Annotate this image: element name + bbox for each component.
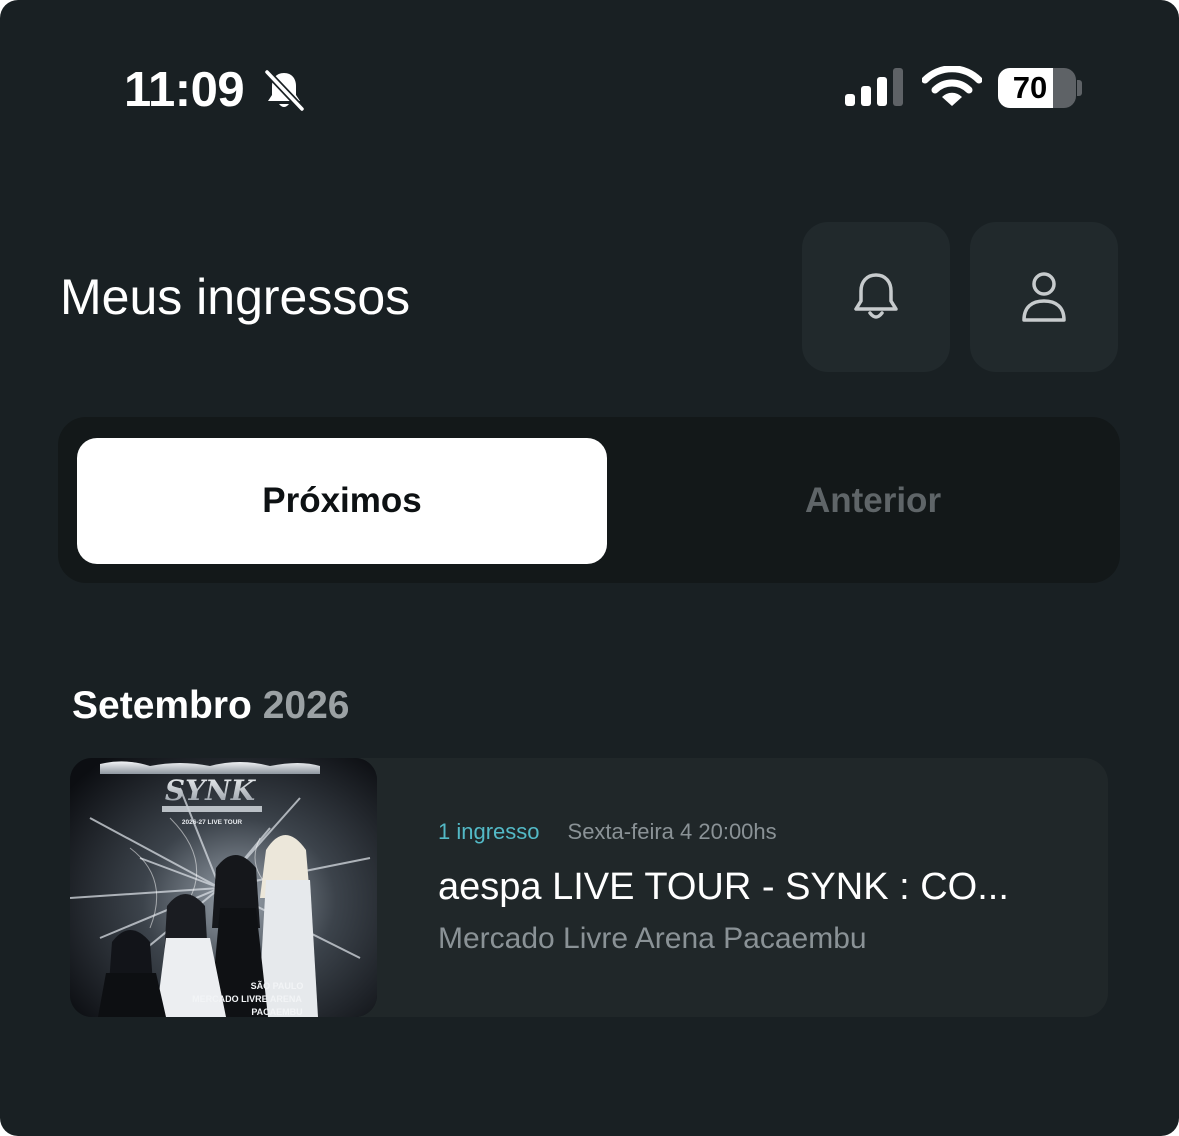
poster-city: SÃO PAULO: [251, 981, 304, 991]
poster-tour-label: 2026-27 LIVE TOUR: [182, 819, 243, 826]
ticket-count: 1 ingresso: [438, 819, 540, 844]
section-year: 2026: [262, 684, 350, 727]
event-date: Sexta-feira 4 20:00hs: [567, 819, 777, 844]
ticket-tabs: Próximos Anterior: [58, 417, 1120, 583]
tab-upcoming[interactable]: Próximos: [77, 438, 607, 564]
battery-tip: [1077, 80, 1082, 96]
tab-past[interactable]: Anterior: [608, 438, 1138, 564]
cellular-signal-icon: [845, 68, 903, 106]
battery-indicator: 70: [998, 68, 1076, 108]
poster-venue-line1: MERCADO LIVRE ARENA: [192, 994, 302, 1004]
wifi-icon: [922, 66, 982, 106]
battery-level: 70: [1012, 70, 1048, 105]
bell-icon: [854, 273, 898, 319]
poster-artwork: SYNK 2026-27 LIVE TOUR SÃO PAULO MERCADO…: [70, 758, 377, 1017]
bell-slash-icon: [263, 68, 306, 112]
event-venue: Mercado Livre Arena Pacaembu: [438, 922, 867, 955]
page-title: Meus ingressos: [60, 269, 411, 325]
screen: 11:09 70 Meus ingressos Próximos Anterio…: [0, 0, 1179, 1136]
user-icon: [1022, 272, 1066, 322]
event-poster: SYNK 2026-27 LIVE TOUR SÃO PAULO MERCADO…: [70, 758, 377, 1017]
poster-venue-line2: PACAEMBU: [251, 1007, 302, 1017]
section-heading: Setembro 2026: [72, 684, 350, 728]
svg-text:SYNK: SYNK: [165, 774, 257, 807]
event-card[interactable]: SYNK 2026-27 LIVE TOUR SÃO PAULO MERCADO…: [70, 758, 1108, 1017]
status-time: 11:09: [124, 63, 245, 117]
section-month: Setembro: [72, 684, 252, 727]
event-meta: 1 ingresso Sexta-feira 4 20:00hs: [438, 819, 777, 845]
profile-button[interactable]: [970, 222, 1118, 372]
event-title: aespa LIVE TOUR - SYNK : CO...: [438, 866, 1009, 908]
notifications-button[interactable]: [802, 222, 950, 372]
